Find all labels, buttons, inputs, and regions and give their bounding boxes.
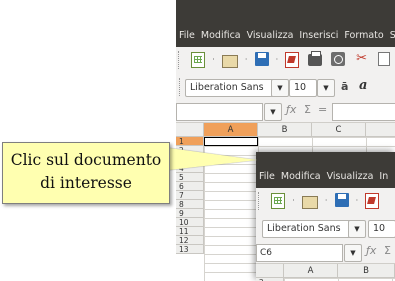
second-open-dropdown-chevron-icon[interactable]: · xyxy=(325,196,328,205)
second-select-all-corner[interactable] xyxy=(256,264,284,278)
row-header-7[interactable]: 7 xyxy=(176,191,204,200)
second-new-spreadsheet-icon[interactable] xyxy=(271,193,286,209)
formatting-toolbar-grip[interactable] xyxy=(179,78,182,96)
second-font-size-field[interactable]: 10 xyxy=(368,220,395,238)
toolbar-grip[interactable] xyxy=(178,51,181,69)
column-header-c[interactable]: C xyxy=(312,123,366,137)
formula-icon[interactable]: = xyxy=(318,103,327,116)
column-header-d[interactable] xyxy=(366,123,395,137)
formatting-toolbar: Liberation Sans ▼ 10 ▼ ā a xyxy=(176,74,395,102)
name-box[interactable] xyxy=(176,103,263,121)
export-pdf-icon[interactable] xyxy=(285,52,300,68)
name-box-dropdown-icon[interactable]: ▼ xyxy=(264,103,282,121)
second-spreadsheet-grid[interactable]: A B 2 xyxy=(256,264,395,281)
callout-pointer xyxy=(169,148,257,170)
cut-icon[interactable]: ✂ xyxy=(355,52,369,66)
second-name-box-dropdown-icon[interactable]: ▼ xyxy=(344,244,362,262)
font-name-field[interactable]: Liberation Sans xyxy=(185,79,279,97)
font-size-field[interactable]: 10 xyxy=(289,79,317,97)
font-size-dropdown-icon[interactable]: ▼ xyxy=(317,79,335,97)
column-header-a[interactable]: A xyxy=(204,123,258,137)
second-spreadsheet-window[interactable]: File Modifica Visualizza In · · · Liberatio… xyxy=(256,152,395,281)
row-header-8[interactable]: 8 xyxy=(176,200,204,209)
second-font-name-field[interactable]: Liberation Sans xyxy=(262,220,356,238)
open-folder-icon[interactable] xyxy=(221,55,238,68)
second-toolbar-grip[interactable] xyxy=(258,192,261,210)
column-header-b[interactable]: B xyxy=(258,123,312,137)
row-header-5[interactable]: 5 xyxy=(176,173,204,182)
row-header-13[interactable]: 13 xyxy=(176,245,204,254)
second-formatting-toolbar: Liberation Sans ▼ 10 xyxy=(256,215,395,243)
second-function-wizard-icon[interactable]: ƒx xyxy=(366,244,376,257)
font-color-icon[interactable]: ā xyxy=(341,80,348,93)
function-wizard-icon[interactable]: ƒx xyxy=(286,103,296,116)
font-name-dropdown-icon[interactable]: ▼ xyxy=(271,79,289,97)
second-new-dropdown-chevron-icon[interactable]: · xyxy=(292,196,295,205)
second-menu-bar: File Modifica Visualizza In xyxy=(256,162,395,188)
second-font-name-dropdown-icon[interactable]: ▼ xyxy=(348,220,366,238)
window-titlebar[interactable] xyxy=(176,0,395,21)
italic-icon[interactable]: a xyxy=(359,78,367,93)
new-dropdown-chevron-icon[interactable]: · xyxy=(212,55,215,64)
row-header-11[interactable]: 11 xyxy=(176,227,204,236)
second-save-dropdown-chevron-icon[interactable]: · xyxy=(356,196,359,205)
formula-input[interactable] xyxy=(332,103,395,121)
menu-bar: File Modifica Visualizza Inserisci Formato S xyxy=(176,21,395,47)
open-dropdown-chevron-icon[interactable]: · xyxy=(245,55,248,64)
sum-icon[interactable]: Σ xyxy=(304,103,311,116)
formula-bar: ▼ ƒx Σ = xyxy=(176,101,395,123)
second-save-icon[interactable] xyxy=(334,193,349,207)
row-header-10[interactable]: 10 xyxy=(176,218,204,227)
second-standard-toolbar: · · · xyxy=(256,188,395,215)
row-header-1[interactable]: 1 xyxy=(176,137,204,146)
copy-icon[interactable] xyxy=(377,52,390,66)
callout-line-1: Clic sul documento xyxy=(10,151,162,169)
print-icon[interactable] xyxy=(308,51,323,66)
second-column-header-b[interactable]: B xyxy=(338,264,395,278)
second-formula-bar: C6 ▼ ƒx Σ xyxy=(256,242,395,264)
second-sum-icon[interactable]: Σ xyxy=(384,244,391,257)
callout-line-2: di interesse xyxy=(40,174,132,192)
second-column-header-a[interactable]: A xyxy=(284,264,338,278)
active-cell-a1[interactable] xyxy=(204,137,258,146)
second-name-box[interactable]: C6 xyxy=(256,244,343,262)
instruction-callout: Clic sul documento di interesse xyxy=(2,142,170,204)
new-spreadsheet-icon[interactable] xyxy=(191,52,206,68)
select-all-corner[interactable] xyxy=(176,123,204,137)
standard-toolbar: · · · ✂ xyxy=(176,47,395,74)
row-header-12[interactable]: 12 xyxy=(176,236,204,245)
print-preview-icon[interactable] xyxy=(331,52,346,66)
row-header-9[interactable]: 9 xyxy=(176,209,204,218)
row-header-6[interactable]: 6 xyxy=(176,182,204,191)
second-export-pdf-icon[interactable] xyxy=(365,193,380,209)
save-icon[interactable] xyxy=(254,52,269,66)
save-dropdown-chevron-icon[interactable]: · xyxy=(276,55,279,64)
second-open-folder-icon[interactable] xyxy=(301,196,318,209)
second-window-titlebar[interactable] xyxy=(256,152,395,162)
